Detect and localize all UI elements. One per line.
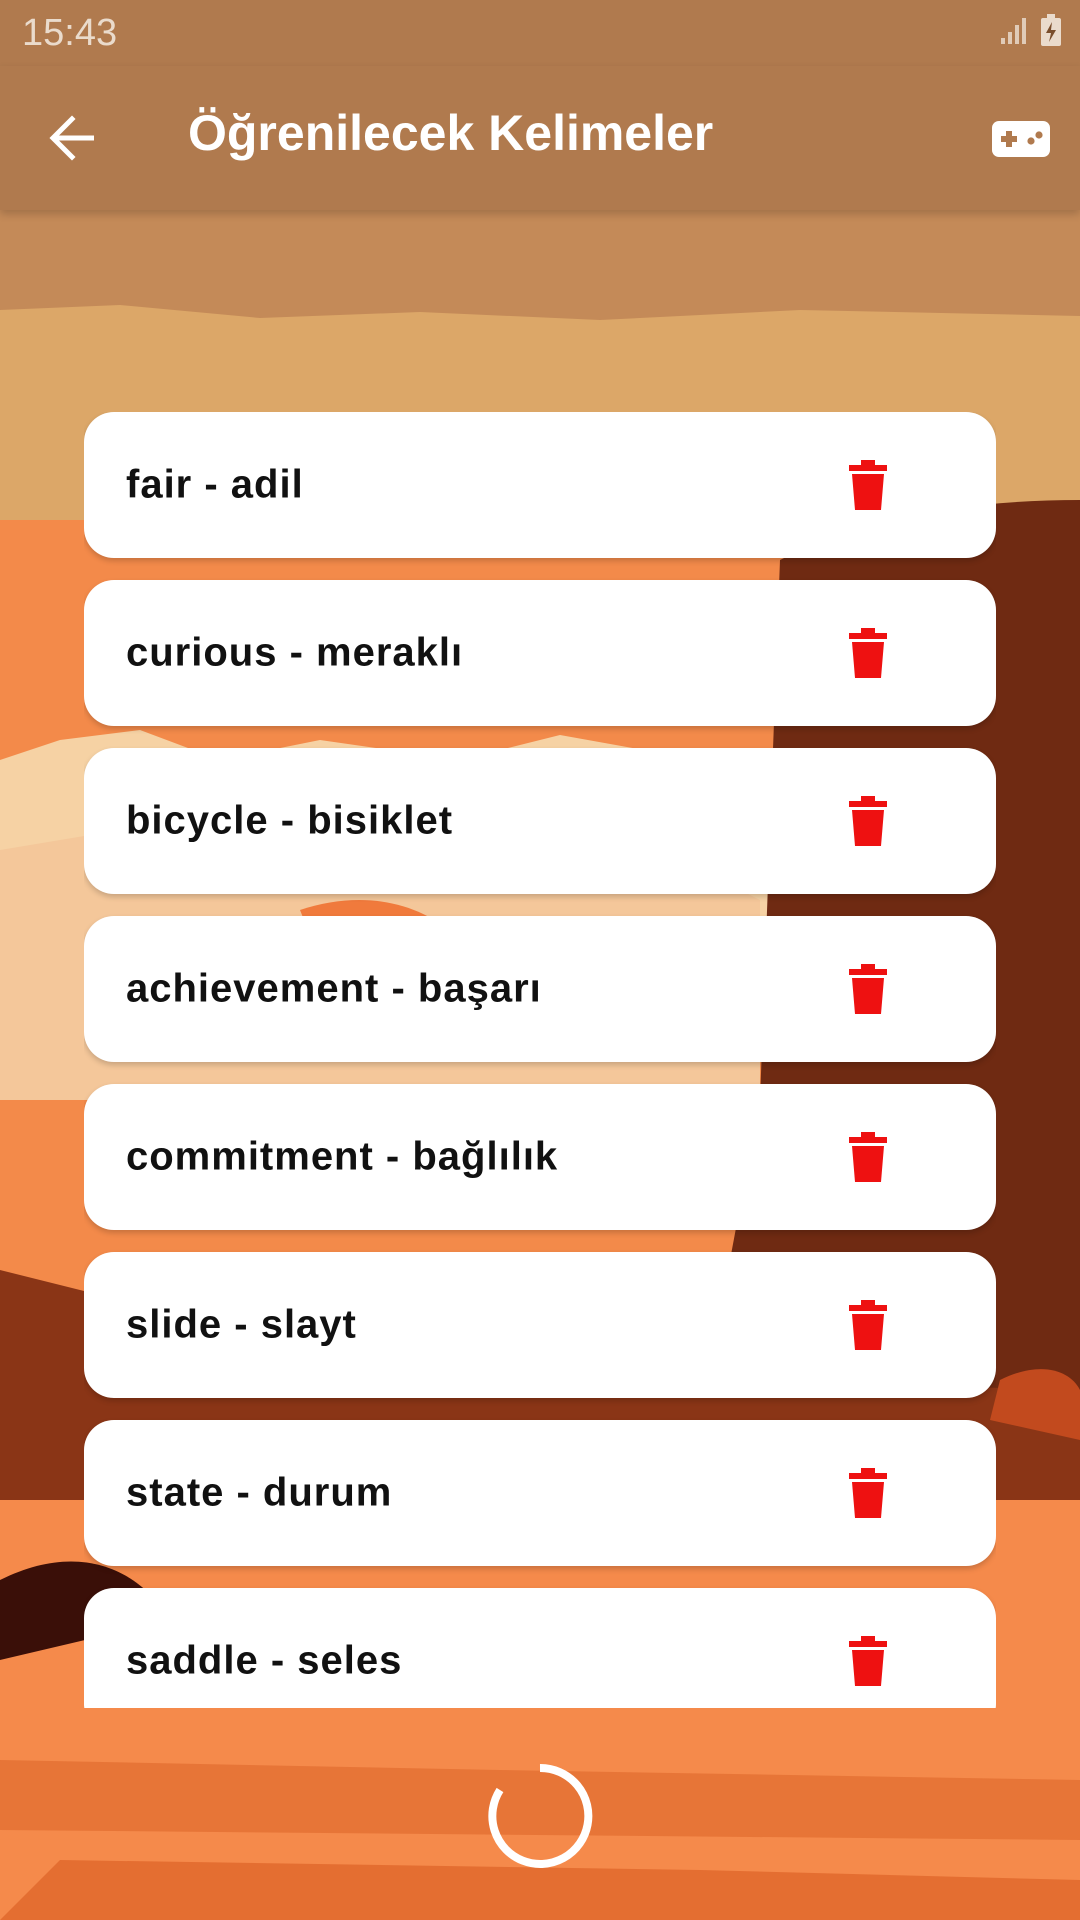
delete-button[interactable]	[840, 1295, 896, 1355]
delete-button[interactable]	[840, 1463, 896, 1523]
word-list: fair - adil curious - meraklı bicycle - …	[84, 412, 996, 1708]
word-item[interactable]: state - durum	[84, 1420, 996, 1566]
trash-icon	[849, 628, 887, 678]
page-title: Öğrenilecek Kelimeler	[188, 105, 714, 161]
game-button[interactable]	[986, 110, 1056, 168]
word-label: achievement - başarı	[126, 966, 542, 1011]
trash-icon	[849, 796, 887, 846]
word-item[interactable]: curious - meraklı	[84, 580, 996, 726]
back-button[interactable]	[38, 106, 108, 170]
trash-icon	[849, 1300, 887, 1350]
app-bar: Öğrenilecek Kelimeler	[0, 66, 1080, 210]
trash-icon	[849, 964, 887, 1014]
word-item[interactable]: slide - slayt	[84, 1252, 996, 1398]
word-label: commitment - bağlılık	[126, 1134, 559, 1179]
status-icons	[1000, 14, 1062, 46]
delete-button[interactable]	[840, 1127, 896, 1187]
trash-icon	[849, 460, 887, 510]
status-bar: 15:43	[0, 0, 1080, 66]
signal-icon	[1001, 18, 1026, 44]
loading-spinner	[488, 1763, 593, 1868]
word-label: saddle - seles	[126, 1638, 403, 1683]
word-item[interactable]: fair - adil	[84, 412, 996, 558]
word-item[interactable]: saddle - seles	[84, 1588, 996, 1708]
word-item[interactable]: commitment - bağlılık	[84, 1084, 996, 1230]
delete-button[interactable]	[840, 1631, 896, 1691]
trash-icon	[849, 1636, 887, 1686]
gamepad-icon	[992, 121, 1050, 157]
delete-button[interactable]	[840, 455, 896, 515]
word-label: state - durum	[126, 1470, 393, 1515]
arrow-back-icon	[49, 115, 94, 161]
word-item[interactable]: achievement - başarı	[84, 916, 996, 1062]
word-label: curious - meraklı	[126, 630, 464, 675]
trash-icon	[849, 1468, 887, 1518]
delete-button[interactable]	[840, 791, 896, 851]
word-label: slide - slayt	[126, 1302, 357, 1347]
status-time: 15:43	[22, 12, 118, 54]
delete-button[interactable]	[840, 959, 896, 1019]
delete-button[interactable]	[840, 623, 896, 683]
battery-charging-icon	[1041, 14, 1061, 46]
word-item[interactable]: bicycle - bisiklet	[84, 748, 996, 894]
word-label: bicycle - bisiklet	[126, 798, 454, 843]
word-label: fair - adil	[126, 462, 304, 507]
trash-icon	[849, 1132, 887, 1182]
